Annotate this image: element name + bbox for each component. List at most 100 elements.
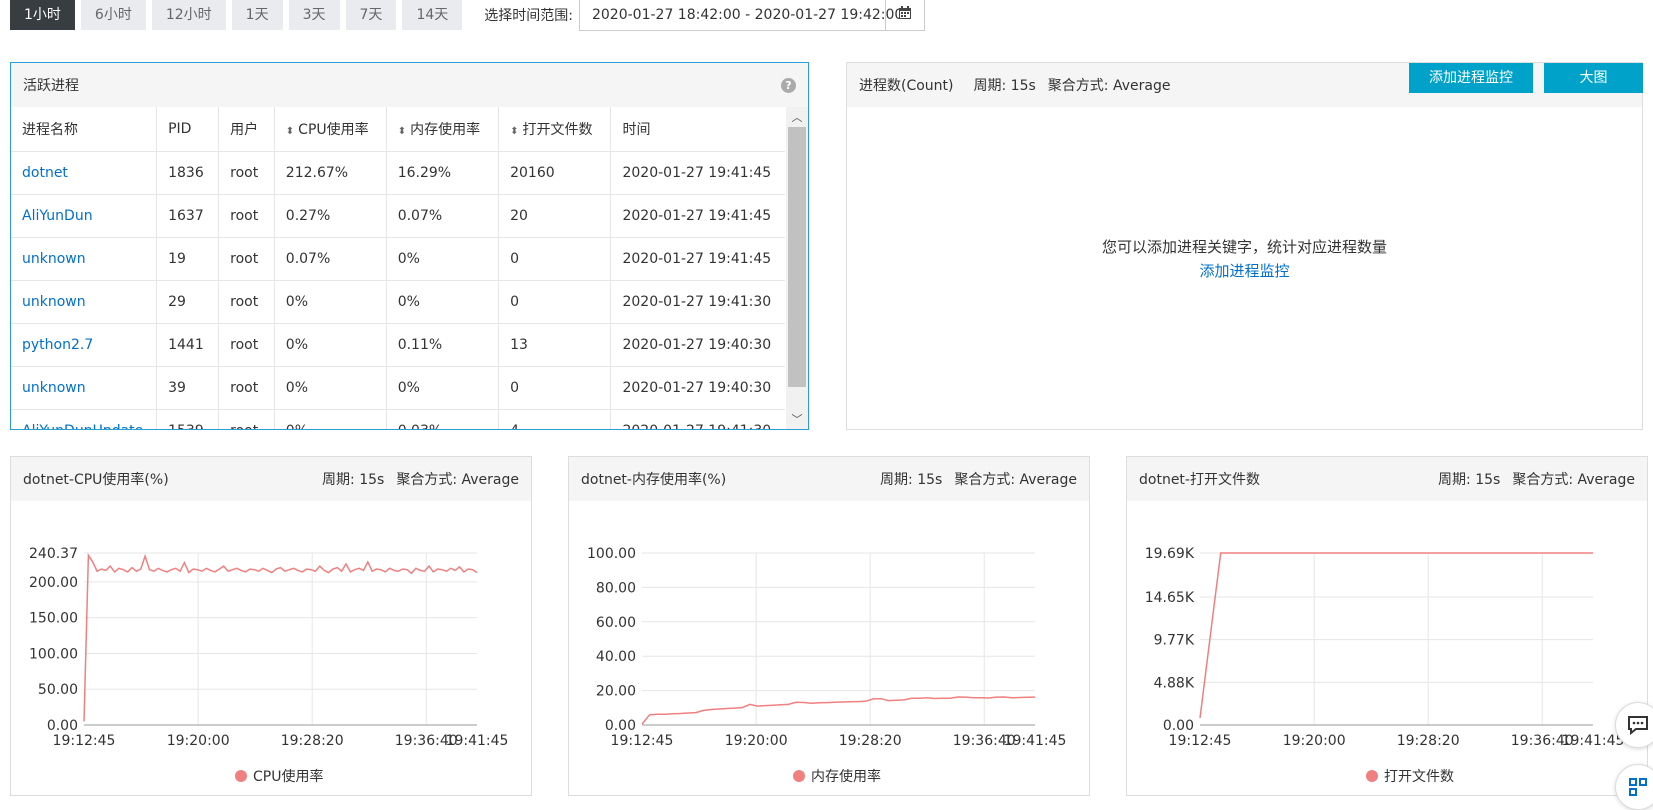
y-tick-label: 40.00 (596, 649, 636, 665)
table-cell: 1637 (156, 194, 219, 238)
x-tick-label: 19:41:45 (446, 733, 509, 749)
table-cell: root (218, 366, 275, 410)
process-table-wrap: 进程名称 PID 用户 ⬍ CPU使用率 ⬍ 内存使用率 ⬍ 打开文件数 时间 dotnet 183… (11, 107, 785, 429)
y-tick-label: 14.65K (1145, 590, 1195, 606)
table-cell: 0.11% (385, 323, 499, 367)
table-cell: 0% (385, 280, 499, 324)
y-tick-label: 100.00 (29, 646, 78, 662)
table-row: AliYunDun 1637 root 0.27% 0.07% 20 2020-01-27 … (11, 194, 785, 238)
y-tick-label: 0.00 (47, 718, 78, 734)
table-cell: 2020-01-27 19:41:45 (610, 151, 785, 195)
table-cell: 16.29% (385, 151, 499, 195)
files-chart-panel: dotnet-打开文件数 周期: 15s 聚合方式: Average 19.69… (1126, 456, 1648, 796)
column-label: 用户 (230, 122, 259, 138)
time-range-toolbar: 1小时 6小时 12小时 1天 3天 7天 14天 选择时间范围: 2020-01-27 1… (10, 0, 925, 31)
process-name-link[interactable]: unknown (11, 237, 157, 281)
column-label: 打开文件数 (522, 122, 593, 138)
table-cell: 0% (273, 280, 387, 324)
table-cell: root (218, 151, 275, 195)
sort-icon[interactable]: ⬍ (286, 126, 294, 137)
range-input[interactable]: 2020-01-27 18:42:00 - 2020-01-27 19:42:0… (580, 0, 903, 30)
legend-label[interactable]: CPU使用率 (253, 768, 323, 785)
y-tick-label: 19.69K (1145, 546, 1195, 562)
help-icon[interactable]: ? (781, 77, 796, 93)
big-chart-button[interactable]: 大图 (1544, 63, 1643, 93)
add-process-monitor-button[interactable]: 添加进程监控 (1409, 63, 1533, 93)
table-cell: 2020-01-27 19:40:30 (610, 323, 785, 367)
table-cell: 2020-01-27 19:41:45 (610, 194, 785, 238)
empty-text: 您可以添加进程关键字，统计对应进程数量 (1101, 238, 1387, 256)
range-button[interactable]: 7天 (345, 0, 397, 30)
table-row: unknown 29 root 0% 0% 0 2020-01-27 19:41:30 (11, 280, 785, 324)
range-button[interactable]: 12小时 (151, 0, 226, 30)
range-button[interactable]: 1小时 (10, 0, 75, 30)
table-scrollbar[interactable]: ︿ ﹀ (786, 107, 808, 429)
range-button[interactable]: 3天 (288, 0, 340, 30)
x-tick-label: 19:20:00 (1283, 733, 1346, 749)
column-label: 进程名称 (22, 122, 78, 138)
x-tick-label: 19:20:00 (725, 733, 788, 749)
range-button[interactable]: 6小时 (80, 0, 146, 30)
add-monitor-link[interactable]: 添加进程监控 (1199, 262, 1289, 280)
qrcode-button[interactable] (1615, 764, 1653, 810)
panel-header: 活跃进程 ? (11, 63, 808, 107)
sort-icon[interactable]: ⬍ (398, 126, 406, 137)
table-cell: 19 (156, 237, 219, 281)
table-cell: 0% (273, 366, 387, 410)
chart-agg: 聚合方式: Average (1512, 472, 1635, 488)
chart-agg: 聚合方式: Average (954, 472, 1077, 488)
table-cell: 0.03% (385, 409, 499, 429)
y-tick-label: 80.00 (596, 580, 636, 596)
table-cell: 29 (156, 280, 219, 324)
chart-title: dotnet-CPU使用率(%) (23, 472, 169, 488)
column-header[interactable]: ⬍ CPU使用率 (273, 107, 387, 152)
chart-period: 周期: 15s (322, 472, 385, 488)
count-agg: 聚合方式: Average (1047, 78, 1171, 94)
legend-label[interactable]: 打开文件数 (1384, 768, 1454, 785)
x-tick-label: 19:41:45 (1004, 733, 1067, 749)
sort-icon[interactable]: ⬍ (510, 126, 518, 137)
scrollbar-thumb[interactable] (788, 127, 806, 387)
legend-label[interactable]: 内存使用率 (811, 768, 881, 785)
chart-title: dotnet-内存使用率(%) (581, 472, 727, 488)
table-cell: 2020-01-27 19:41:30 (610, 280, 785, 324)
process-name-link[interactable]: dotnet (11, 151, 157, 195)
x-tick-label: 19:20:00 (167, 733, 230, 749)
table-cell: 0 (498, 366, 611, 410)
series-line (641, 696, 1036, 725)
column-header: 时间 (610, 107, 785, 152)
table-cell: root (218, 280, 275, 324)
table-cell: root (218, 409, 275, 429)
process-name-link[interactable]: python2.7 (11, 323, 157, 367)
table-cell: 0.07% (385, 194, 499, 238)
table-cell: 20160 (498, 151, 611, 195)
y-tick-label: 20.00 (596, 684, 636, 700)
legend-marker[interactable] (793, 770, 805, 782)
process-name-link[interactable]: AliYunDun (11, 194, 157, 238)
feedback-button[interactable] (1615, 702, 1653, 748)
range-button[interactable]: 1天 (231, 0, 283, 30)
table-cell: 20 (498, 194, 611, 238)
table-cell: 0.27% (273, 194, 387, 238)
legend-marker[interactable] (1366, 770, 1378, 782)
series-line (1199, 552, 1593, 719)
series-line (83, 553, 478, 722)
chart-period: 周期: 15s (880, 472, 943, 488)
column-header[interactable]: ⬍ 内存使用率 (385, 107, 499, 152)
range-picker[interactable]: 2020-01-27 18:42:00 - 2020-01-27 19:42:0… (578, 0, 925, 31)
calendar-icon[interactable] (886, 6, 924, 24)
table-cell: 0 (498, 280, 611, 324)
legend-marker[interactable] (235, 770, 247, 782)
table-row: AliYunDunUpdate1539root0%0.03%42020-01-2… (11, 409, 785, 429)
process-name-link[interactable]: unknown (11, 280, 157, 324)
column-label: CPU使用率 (298, 122, 369, 138)
chart-header: dotnet-CPU使用率(%) 周期: 15s 聚合方式: Average (11, 457, 531, 501)
column-header[interactable]: ⬍ 打开文件数 (498, 107, 611, 152)
process-name-link[interactable]: unknown (11, 366, 157, 410)
x-tick-label: 19:12:45 (53, 733, 116, 749)
process-name-link[interactable]: AliYunDunUpdate (11, 409, 157, 429)
scroll-up-icon[interactable]: ︿ (786, 109, 808, 125)
scroll-down-icon[interactable]: ﹀ (786, 411, 808, 427)
range-button[interactable]: 14天 (402, 0, 463, 30)
x-tick-label: 19:28:20 (1397, 733, 1460, 749)
